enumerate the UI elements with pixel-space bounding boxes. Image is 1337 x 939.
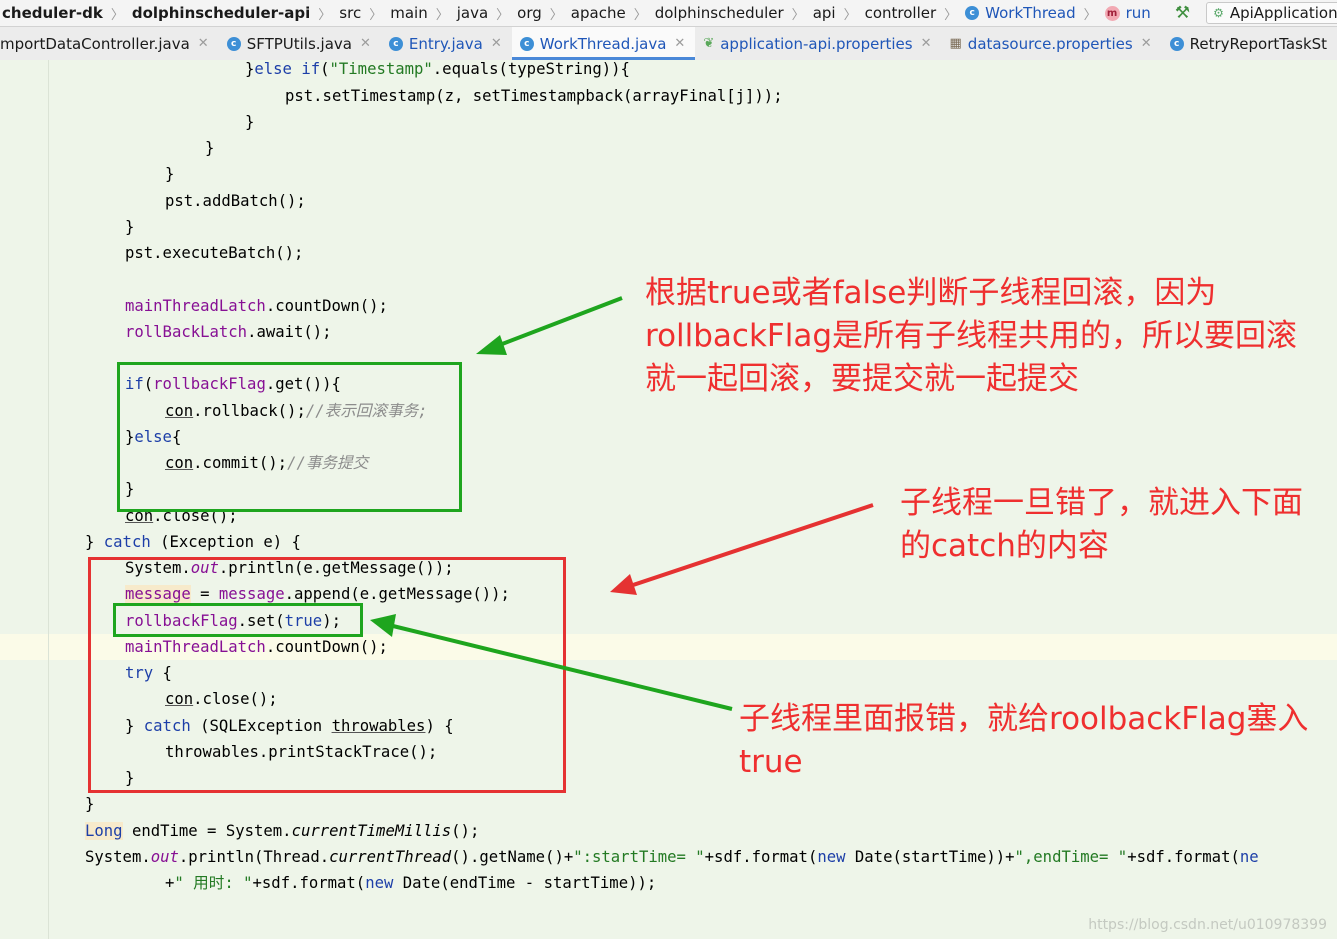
green-arrow-to-rollbackflag xyxy=(370,614,733,711)
red-arrow-to-catch-box xyxy=(610,503,874,595)
annotation-arrows xyxy=(370,296,874,711)
green-arrow-to-if-box xyxy=(476,296,623,355)
